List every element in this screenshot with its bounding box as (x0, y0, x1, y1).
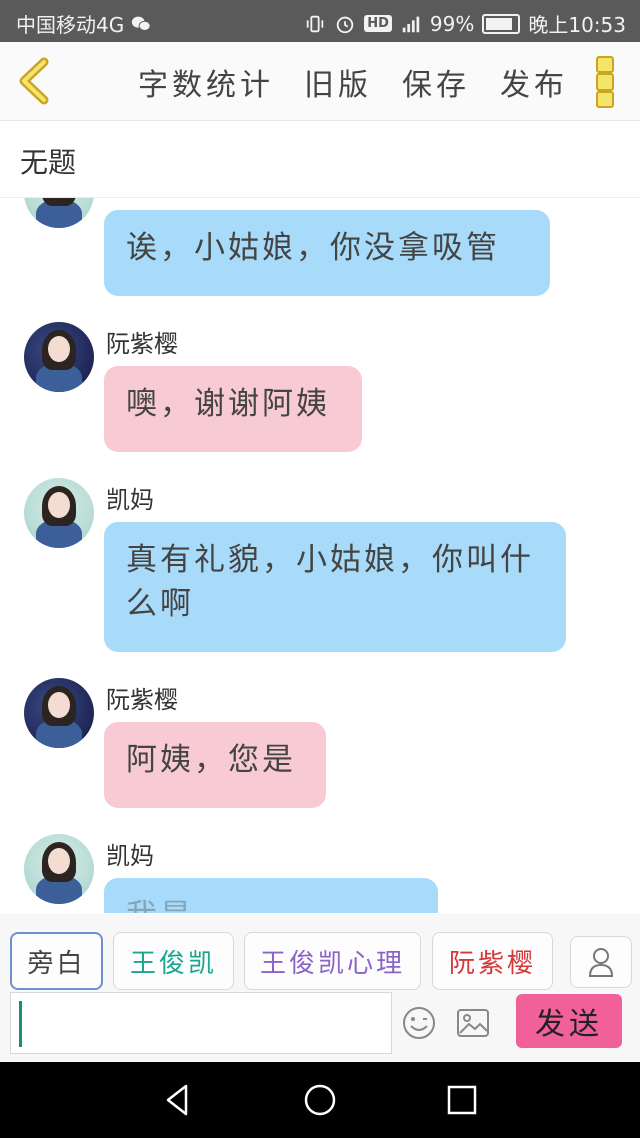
person-icon (588, 948, 614, 977)
add-character-button[interactable] (570, 936, 632, 988)
avatar[interactable] (24, 834, 94, 904)
message-text: 真有礼貌，小姑娘，你叫什么啊 (126, 542, 534, 622)
sender-name: 凯妈 (106, 486, 154, 514)
old-version-button[interactable]: 旧版 (304, 60, 372, 104)
image-icon[interactable] (456, 1008, 490, 1038)
status-bar: 中国移动4G HD 99% 晚上10:53 (0, 0, 640, 42)
battery-percent: 99% (429, 11, 475, 36)
carrier-label: 中国移动4G (16, 13, 125, 37)
back-icon[interactable] (160, 1082, 196, 1118)
send-button[interactable]: 发送 (516, 994, 622, 1048)
chat-area[interactable]: 诶，小姑娘，你没拿吸管 阮紫樱 噢，谢谢阿姨 凯妈 真有礼貌，小姑娘，你叫什么啊… (0, 198, 640, 913)
message-bubble[interactable]: 诶，小姑娘，你没拿吸管 (104, 210, 550, 296)
avatar[interactable] (24, 478, 94, 548)
message-text: 诶，小姑娘，你没拿吸管 (126, 230, 500, 266)
sender-name: 阮紫樱 (106, 686, 178, 714)
sender-name: 阮紫樱 (106, 330, 178, 358)
role-selector: 旁白 王俊凯 王俊凯心理 阮紫樱 (0, 914, 640, 990)
message-input-bar: 发送 (0, 990, 640, 1062)
message-text: 我是… (126, 898, 228, 913)
back-arrow-icon[interactable] (14, 56, 54, 106)
avatar[interactable] (24, 198, 94, 228)
document-title-field[interactable]: 无题 (0, 121, 640, 198)
sender-name: 凯妈 (106, 842, 154, 870)
message-bubble[interactable]: 噢，谢谢阿姨 (104, 366, 362, 452)
hd-icon: HD (364, 15, 392, 32)
emoji-icon[interactable] (402, 1006, 436, 1040)
role-ruan-ziying[interactable]: 阮紫樱 (432, 932, 553, 990)
system-nav-bar (0, 1062, 640, 1138)
recent-apps-icon[interactable] (444, 1082, 480, 1118)
signal-icon (402, 16, 420, 32)
more-menu-icon[interactable] (596, 56, 614, 108)
home-icon[interactable] (302, 1082, 338, 1118)
role-wang-junkai[interactable]: 王俊凯 (113, 932, 234, 990)
wechat-notification-icon (132, 16, 151, 31)
message-text: 阿姨，您是 (126, 742, 296, 778)
battery-icon (482, 13, 521, 34)
role-wang-junkai-thoughts[interactable]: 王俊凯心理 (244, 932, 421, 990)
editor-toolbar: 字数统计 旧版 保存 发布 (0, 42, 640, 121)
avatar[interactable] (24, 678, 94, 748)
message-bubble[interactable]: 阿姨，您是 (104, 722, 326, 808)
publish-button[interactable]: 发布 (500, 60, 568, 104)
save-button[interactable]: 保存 (402, 60, 470, 104)
vibrate-icon (306, 15, 324, 32)
clock: 晚上10:53 (528, 13, 626, 37)
message-text: 噢，谢谢阿姨 (126, 386, 330, 422)
message-bubble[interactable]: 我是… (104, 878, 438, 913)
document-title: 无题 (20, 146, 77, 179)
avatar[interactable] (24, 322, 94, 392)
alarm-icon (336, 16, 354, 33)
role-narration[interactable]: 旁白 (10, 932, 103, 990)
message-bubble[interactable]: 真有礼貌，小姑娘，你叫什么啊 (104, 522, 566, 652)
message-input[interactable] (10, 992, 392, 1054)
word-count-button[interactable]: 字数统计 (138, 60, 274, 104)
